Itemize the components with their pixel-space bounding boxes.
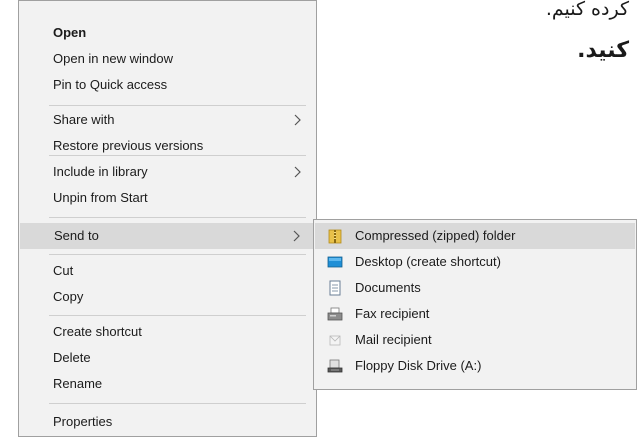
menu-item-cut[interactable]: Cut [19,258,316,284]
menu-item-create-shortcut[interactable]: Create shortcut [19,319,316,345]
send-to-submenu: Compressed (zipped) folder Desktop (crea… [313,219,637,390]
chevron-right-icon [294,166,301,178]
desktop-icon [327,256,343,268]
menu-separator [49,254,306,255]
menu-separator [49,403,306,404]
submenu-item-desktop[interactable]: Desktop (create shortcut) [315,249,635,275]
submenu-item-label: Fax recipient [355,306,430,321]
submenu-item-compressed-folder[interactable]: Compressed (zipped) folder [315,223,635,249]
menu-item-rename[interactable]: Rename [19,371,316,397]
menu-item-label: Delete [53,350,91,365]
submenu-item-mail-recipient[interactable]: Mail recipient [315,327,635,353]
floppy-drive-icon [327,359,343,373]
submenu-item-floppy-drive[interactable]: Floppy Disk Drive (A:) [315,353,635,379]
menu-item-label: Unpin from Start [53,190,148,205]
submenu-item-label: Desktop (create shortcut) [355,254,501,269]
menu-item-open[interactable]: Open [19,20,316,46]
menu-item-label: Share with [53,112,115,127]
submenu-item-label: Mail recipient [355,332,432,347]
menu-item-label: Create shortcut [53,324,142,339]
chevron-right-icon [294,114,301,126]
menu-item-label: Send to [54,228,99,243]
background-text-line2: کنید. [577,38,629,63]
menu-item-label: Open [53,25,87,40]
menu-item-label: Properties [53,414,113,429]
menu-item-share-with[interactable]: Share with [19,107,316,133]
mail-icon [329,335,341,346]
fax-icon [327,307,343,321]
context-menu: Open Open in new window Pin to Quick acc… [18,0,317,437]
menu-item-label: Rename [53,376,103,391]
menu-separator [49,105,306,106]
submenu-item-label: Floppy Disk Drive (A:) [355,358,482,373]
menu-separator [49,155,306,156]
background-text-line1: کرده کنیم. [545,0,629,20]
menu-item-label: Copy [53,289,84,304]
menu-item-label: Restore previous versions [53,138,204,153]
chevron-right-icon [293,230,300,242]
menu-item-label: Open in new window [53,51,173,66]
submenu-item-fax-recipient[interactable]: Fax recipient [315,301,635,327]
zip-folder-icon [328,229,342,244]
menu-item-copy[interactable]: Copy [19,284,316,310]
menu-separator [49,217,306,218]
menu-item-delete[interactable]: Delete [19,345,316,371]
menu-item-label: Pin to Quick access [53,77,168,92]
menu-item-pin-quick-access[interactable]: Pin to Quick access [19,72,316,98]
submenu-item-documents[interactable]: Documents [315,275,635,301]
menu-item-label: Include in library [53,164,148,179]
submenu-item-label: Documents [355,280,421,295]
menu-item-properties[interactable]: Properties [19,409,316,435]
menu-item-unpin-from-start[interactable]: Unpin from Start [19,185,316,211]
menu-item-label: Cut [53,263,74,278]
documents-icon [329,280,341,296]
menu-item-include-in-library[interactable]: Include in library [19,159,316,185]
submenu-item-label: Compressed (zipped) folder [355,228,516,243]
menu-item-open-new-window[interactable]: Open in new window [19,46,316,72]
menu-separator [49,315,306,316]
menu-item-send-to[interactable]: Send to [20,223,315,249]
